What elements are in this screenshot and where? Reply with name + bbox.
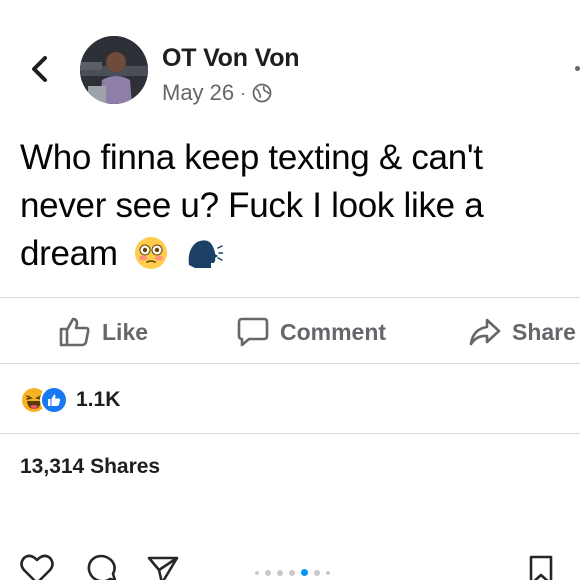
send-icon[interactable] xyxy=(146,554,180,580)
carousel-dot xyxy=(326,570,330,575)
share-label: Share xyxy=(512,318,576,345)
comment-label: Comment xyxy=(280,318,387,345)
carousel-dot-active xyxy=(301,569,308,576)
bookmark-icon[interactable] xyxy=(524,554,558,580)
divider xyxy=(0,363,580,364)
avatar-photo xyxy=(80,36,148,104)
comment-icon[interactable] xyxy=(86,554,120,580)
globe-icon xyxy=(252,83,272,103)
heart-icon[interactable] xyxy=(20,554,54,580)
like-button[interactable]: Like xyxy=(58,312,148,352)
carousel-dot xyxy=(289,569,295,576)
post-meta: May 26 · xyxy=(162,80,272,106)
like-label: Like xyxy=(102,318,149,345)
meta-separator: · xyxy=(240,82,247,103)
shares-count[interactable]: 13,314 Shares xyxy=(20,455,160,479)
divider xyxy=(0,433,580,434)
speech-bubble-icon xyxy=(237,317,269,347)
post-date[interactable]: May 26 xyxy=(162,80,234,106)
post-text: Who finna keep texting & can't never see… xyxy=(20,134,565,284)
chevron-left-icon xyxy=(32,56,47,82)
divider xyxy=(0,297,580,298)
reaction-count: 1.1K xyxy=(76,388,121,411)
speaking-head-emoji xyxy=(185,235,224,284)
share-button[interactable]: Share xyxy=(468,312,576,352)
author-name[interactable]: OT Von Von xyxy=(162,44,300,73)
thumbs-up-icon xyxy=(59,317,90,347)
comment-button[interactable]: Comment xyxy=(236,312,386,352)
avatar[interactable] xyxy=(80,36,148,104)
like-reaction-icon xyxy=(40,386,68,414)
carousel-indicator xyxy=(255,569,330,576)
more-options-indicator[interactable] xyxy=(575,66,580,71)
carousel-dot xyxy=(314,569,320,576)
carousel-dot xyxy=(255,570,259,575)
post-body: Who finna keep texting & can't never see… xyxy=(20,138,484,273)
back-button[interactable] xyxy=(26,52,52,86)
flushed-face-emoji xyxy=(133,235,169,284)
carousel-dot xyxy=(265,569,271,576)
reactions-summary[interactable]: 1.1K xyxy=(20,384,120,416)
carousel-dot xyxy=(277,569,283,576)
share-arrow-icon xyxy=(469,318,501,346)
